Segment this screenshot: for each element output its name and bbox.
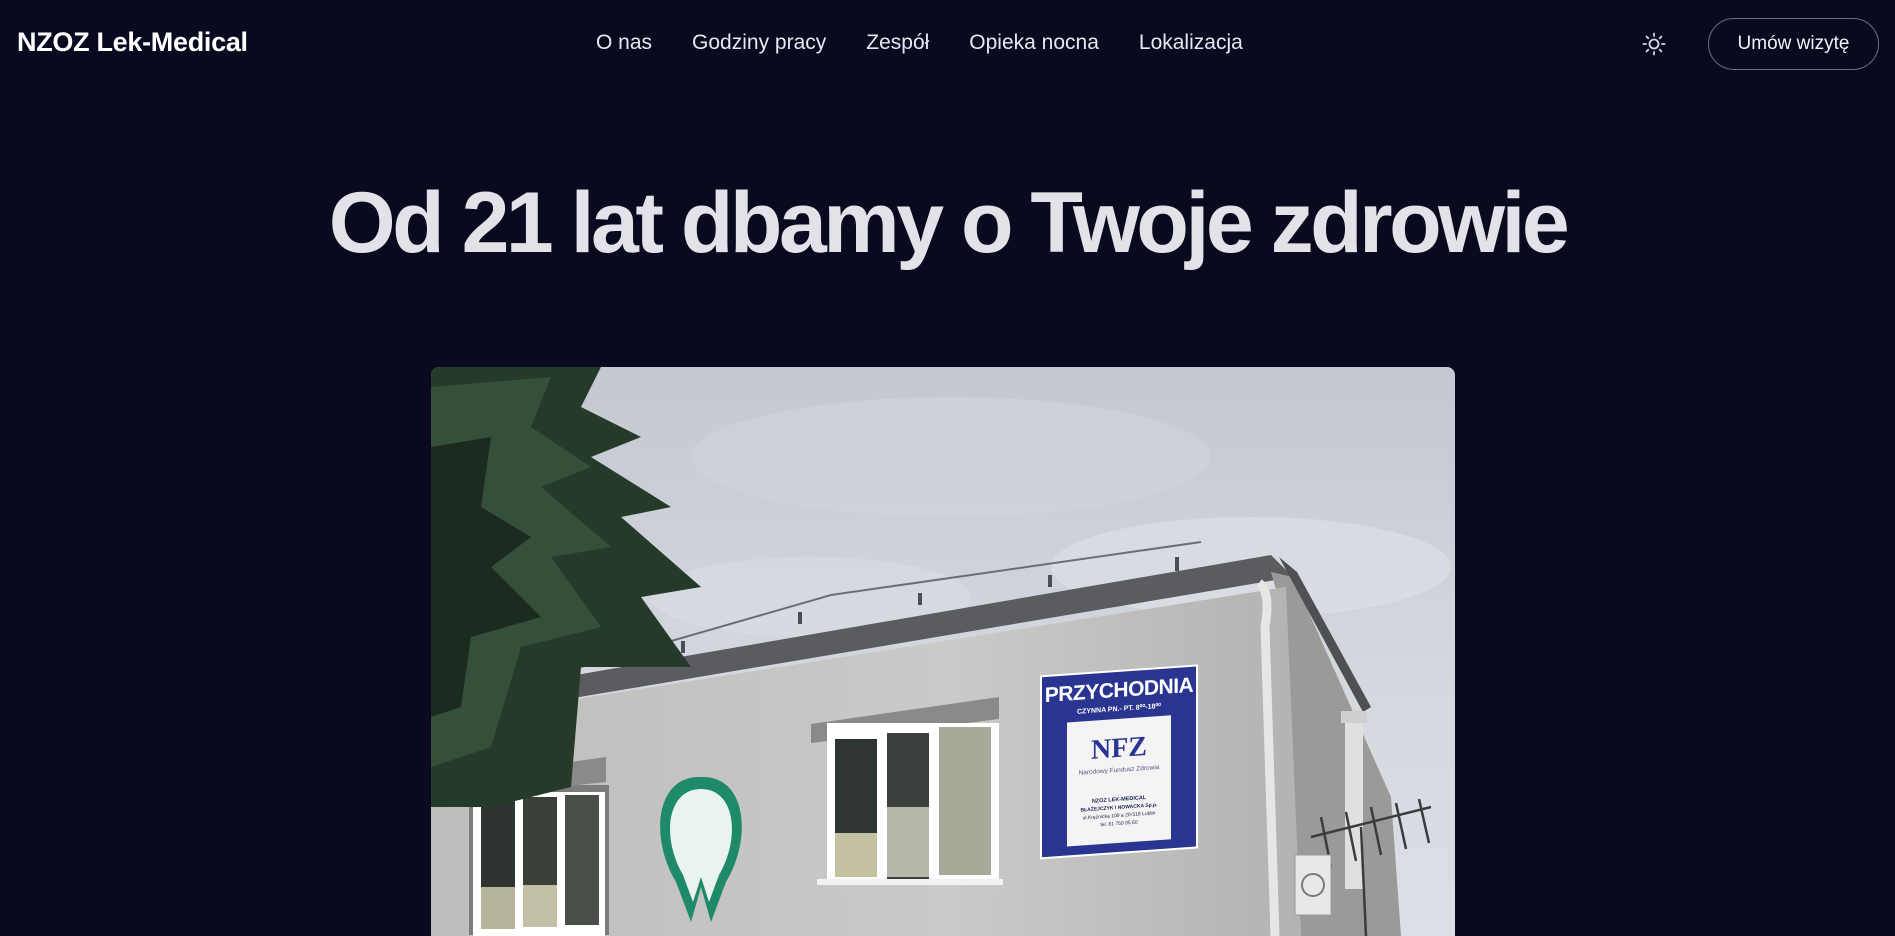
nav-link-hours[interactable]: Godziny pracy xyxy=(692,31,826,55)
clinic-building-photo: PRZYCHODNIA CZYNNA PN.- PT. 8⁰⁰-18⁰⁰ NFZ… xyxy=(431,367,1455,936)
book-visit-button[interactable]: Umów wizytę xyxy=(1708,18,1879,70)
site-header: NZOZ Lek-Medical O nas Godziny pracy Zes… xyxy=(0,0,1895,86)
brand-logo[interactable]: NZOZ Lek-Medical xyxy=(17,27,248,58)
sun-icon[interactable] xyxy=(1641,31,1667,57)
main-nav: O nas Godziny pracy Zespół Opieka nocna … xyxy=(596,31,1243,55)
svg-text:NFZ: NFZ xyxy=(1091,731,1147,766)
nav-link-team[interactable]: Zespół xyxy=(866,31,929,55)
nav-link-about[interactable]: O nas xyxy=(596,31,652,55)
hero-title: Od 21 lat dbamy o Twoje zdrowie xyxy=(328,175,1570,271)
nav-link-location[interactable]: Lokalizacja xyxy=(1139,31,1243,55)
nav-link-night-care[interactable]: Opieka nocna xyxy=(969,31,1099,55)
